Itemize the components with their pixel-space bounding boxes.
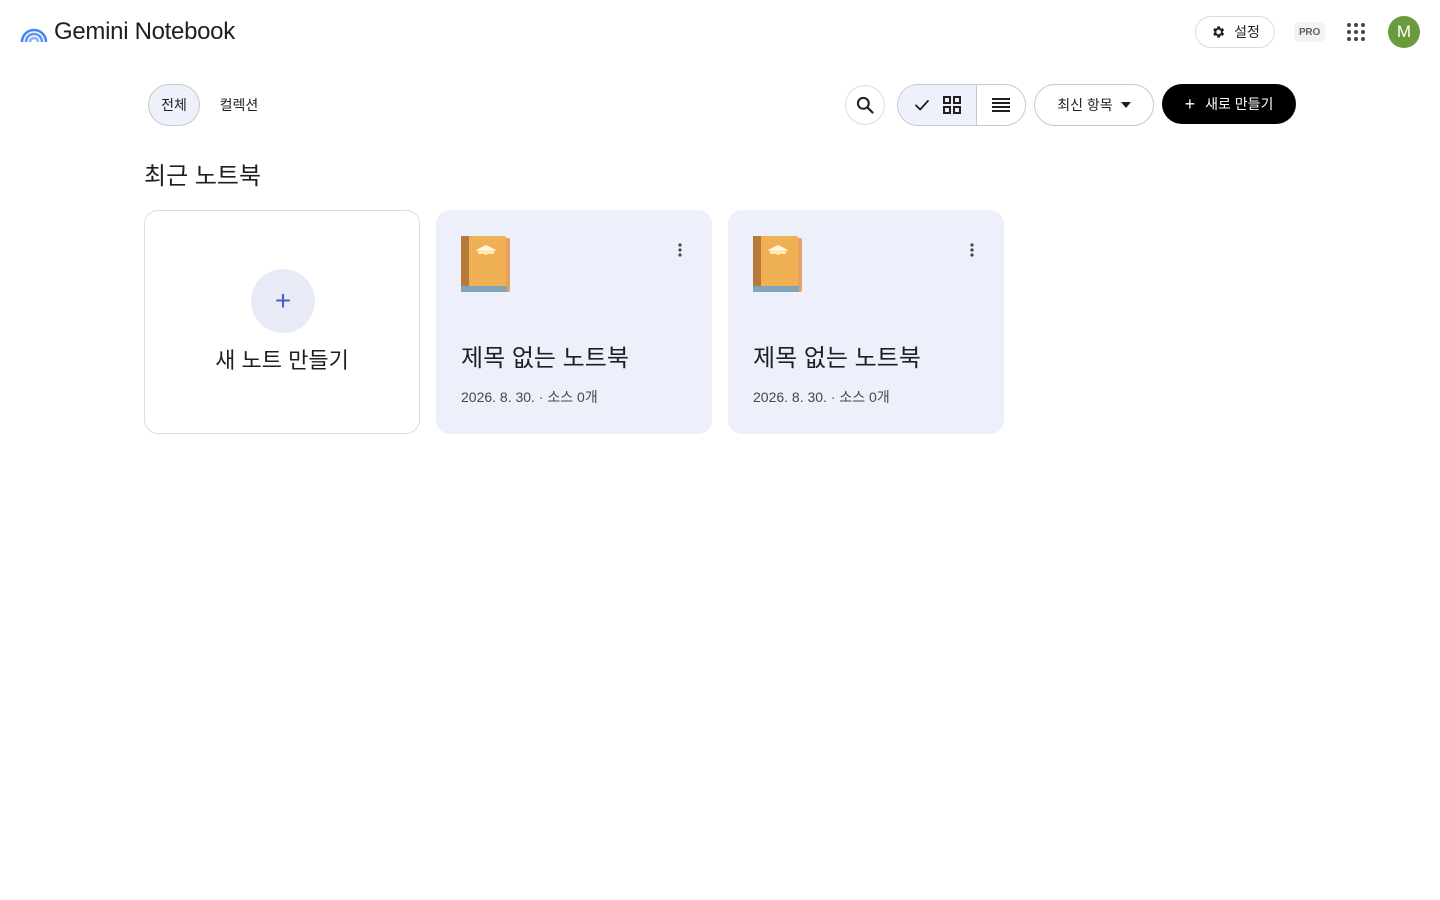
user-avatar[interactable]: M — [1388, 16, 1420, 48]
search-icon — [856, 96, 874, 114]
notebook-title: 제목 없는 노트북 — [753, 345, 921, 372]
app-logo[interactable]: Gemini Notebook — [20, 18, 235, 46]
notebook-card[interactable]: 제목 없는 노트북 2026. 8. 30. · 소스 0개 — [436, 210, 712, 434]
notebook-title: 제목 없는 노트북 — [461, 345, 629, 372]
settings-label: 설정 — [1234, 24, 1260, 40]
notebook-meta: 2026. 8. 30. · 소스 0개 — [461, 389, 598, 405]
search-button[interactable] — [845, 85, 885, 125]
grid-view-icon — [943, 96, 961, 114]
rainbow-arc-icon — [20, 28, 48, 43]
notebook-grid: + 새 노트 만들기 제목 없는 노트북 2026. 8. 30. · 소스 0… — [144, 210, 1004, 434]
notebook-emoji-icon — [461, 236, 510, 292]
list-view-icon — [992, 98, 1010, 112]
sort-label: 최신 항목 — [1057, 97, 1113, 113]
sort-dropdown[interactable]: 최신 항목 — [1034, 84, 1154, 126]
toolbar: 전체 컬렉션 최신 항목 + 새로 만들기 — [0, 84, 1440, 126]
more-options-button[interactable] — [960, 238, 984, 262]
caret-down-icon — [1120, 102, 1131, 108]
section-title: 최근 노트북 — [144, 163, 262, 190]
settings-button[interactable]: 설정 — [1195, 16, 1275, 48]
apps-button[interactable] — [1340, 16, 1372, 48]
create-new-button[interactable]: + 새로 만들기 — [1162, 84, 1296, 124]
app-name: Gemini Notebook — [54, 18, 235, 45]
more-vert-icon — [970, 243, 974, 257]
apps-grid-icon — [1347, 23, 1365, 41]
new-notebook-card[interactable]: + 새 노트 만들기 — [144, 210, 420, 434]
new-notebook-label: 새 노트 만들기 — [215, 348, 349, 373]
more-options-button[interactable] — [668, 238, 692, 262]
gear-icon — [1213, 26, 1225, 38]
view-mode-toggle — [897, 84, 1026, 126]
plus-icon: + — [251, 269, 315, 333]
list-view-button[interactable] — [977, 85, 1025, 125]
notebook-card[interactable]: 제목 없는 노트북 2026. 8. 30. · 소스 0개 — [728, 210, 1004, 434]
grid-view-button[interactable] — [898, 85, 977, 125]
plus-icon: + — [1184, 94, 1196, 114]
pro-badge: PRO — [1294, 22, 1325, 42]
create-new-label: 새로 만들기 — [1205, 96, 1274, 112]
check-icon — [915, 99, 929, 111]
notebook-emoji-icon — [753, 236, 802, 292]
notebook-meta: 2026. 8. 30. · 소스 0개 — [753, 389, 890, 405]
filter-tab-collections[interactable]: 컬렉션 — [210, 84, 268, 126]
filter-tab-all[interactable]: 전체 — [148, 84, 200, 126]
more-vert-icon — [678, 243, 682, 257]
app-header: Gemini Notebook 설정 PRO M — [0, 0, 1440, 64]
